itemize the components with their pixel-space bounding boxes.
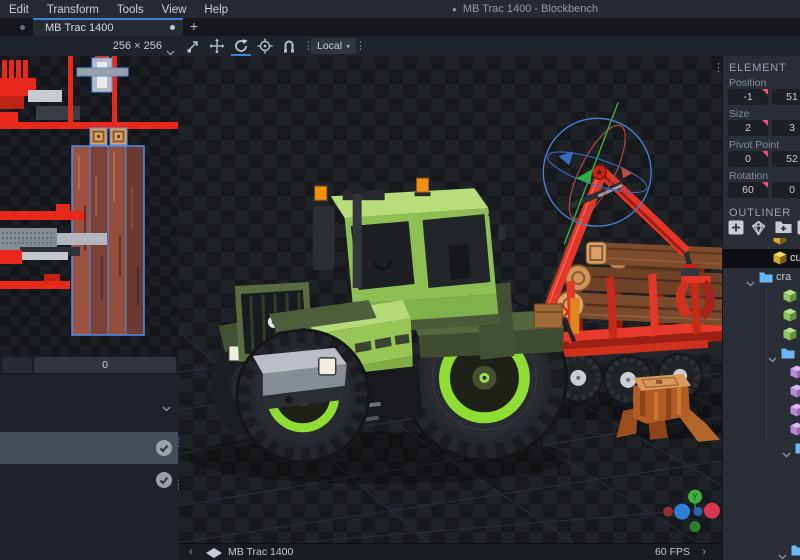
viewport-model-name: MB Trac 1400 <box>228 546 294 558</box>
caret-down-icon: ▾ <box>346 42 351 51</box>
outliner-cube-row[interactable] <box>723 325 800 344</box>
chevron-down-icon[interactable] <box>778 547 787 560</box>
outliner-group-row[interactable] <box>723 439 800 458</box>
tractor-model <box>234 174 580 464</box>
outliner-cube-row[interactable] <box>723 306 800 325</box>
uv-slider-handle[interactable] <box>2 357 32 373</box>
texture-enabled-check-icon[interactable] <box>155 471 173 494</box>
uv-texture-panel: 0 ⋮ ⋮ <box>0 56 184 560</box>
outliner-cube-row[interactable]: cub <box>723 249 800 268</box>
uv-editor-canvas[interactable] <box>0 56 178 355</box>
nav-z-positive[interactable] <box>674 503 691 520</box>
blockbench-window: Edit Transform Tools View Help ● MB Trac 1400… <box>0 0 800 560</box>
texture-list-row[interactable] <box>0 464 178 496</box>
project-tab-label: MB Trac 1400 <box>45 22 114 34</box>
menubar: Edit Transform Tools View Help ● MB Trac 1400… <box>0 0 800 18</box>
uv-slider-value[interactable]: 0 <box>34 357 176 373</box>
menu-edit[interactable]: Edit <box>0 1 38 19</box>
nav-y-negative[interactable] <box>689 521 701 533</box>
toolbar-separator-dots: ⋮ <box>355 39 366 52</box>
textures-panel <box>0 375 178 560</box>
outliner-item-label: cub <box>790 252 800 264</box>
uv-slider-row: 0 <box>0 355 178 375</box>
viewport-status-bar: ‹ MB Trac 1400 60 FPS › <box>179 543 722 560</box>
outliner-indent-guide <box>766 288 767 440</box>
nav-x-negative[interactable] <box>663 506 674 517</box>
chevron-down-icon[interactable] <box>162 399 171 417</box>
outliner-tree: cub cra <box>723 56 800 560</box>
menubar-items: Edit Transform Tools View Help <box>0 0 237 17</box>
move-tool[interactable] <box>205 36 229 56</box>
folder-icon <box>795 441 800 459</box>
tab-bar-dot <box>20 25 25 30</box>
fps-counter: 60 FPS <box>654 546 690 558</box>
texture-pixel-art <box>0 56 178 336</box>
chevron-left-icon[interactable]: ‹ <box>189 544 193 560</box>
nav-y-label: Y <box>692 493 698 502</box>
transform-tools <box>181 36 301 56</box>
nav-x-positive[interactable] <box>704 502 721 519</box>
chevron-right-icon[interactable]: › <box>702 544 706 560</box>
uv-face-log-end[interactable] <box>89 127 108 146</box>
folder-icon <box>791 543 800 560</box>
uv-face-log-end[interactable] <box>109 127 128 146</box>
tab-bar: MB Trac 1400 + <box>0 18 800 36</box>
outliner-cube-row[interactable] <box>723 363 800 382</box>
rotate-tool[interactable] <box>229 36 253 56</box>
outliner-cube-row[interactable] <box>723 238 800 249</box>
unsaved-dot: ● <box>452 5 457 14</box>
chevron-down-icon[interactable] <box>782 445 791 463</box>
scene-render: Y <box>179 102 722 543</box>
menu-transform[interactable]: Transform <box>38 1 108 19</box>
texture-resolution[interactable]: 256 × 256 <box>0 36 162 56</box>
outliner-cube-row[interactable] <box>723 420 800 439</box>
project-tab[interactable]: MB Trac 1400 <box>33 18 183 36</box>
folder-icon <box>781 346 795 364</box>
right-sidebar: ELEMENT Position -1 51 Size 2 3 Pivot Point 0 52… <box>722 56 800 560</box>
outliner-group-row[interactable]: cra <box>723 268 800 287</box>
texture-list-row[interactable] <box>0 432 178 464</box>
cube-icon <box>773 238 787 249</box>
scale-tool[interactable] <box>181 36 205 56</box>
outliner-group-row[interactable] <box>723 344 800 363</box>
menu-help[interactable]: Help <box>195 1 237 19</box>
outliner-item-label: cra <box>776 271 792 283</box>
tab-unsaved-dot <box>170 25 175 30</box>
outliner-group-row[interactable] <box>723 541 800 560</box>
viewport-3d-canvas[interactable]: Y <box>179 56 722 543</box>
transform-space-dropdown[interactable]: Local ▾ <box>311 38 357 54</box>
sidebar-drag-handle[interactable]: ⋮ <box>713 58 724 78</box>
outliner-cube-row[interactable] <box>723 287 800 306</box>
outliner-cube-row[interactable] <box>723 382 800 401</box>
outliner-cube-row[interactable] <box>723 401 800 420</box>
model-marker-icon <box>206 548 222 558</box>
menu-view[interactable]: View <box>153 1 196 19</box>
new-tab-button[interactable]: + <box>186 18 202 36</box>
pivot-tool[interactable] <box>253 36 277 56</box>
chevron-down-icon[interactable] <box>166 43 175 61</box>
vertex-snap-tool[interactable] <box>277 36 301 56</box>
window-title: ● MB Trac 1400 - Blockbench <box>452 3 598 15</box>
viewport-toolbar: 256 × 256 ⋮ Local ▾ ⋮ <box>0 36 800 56</box>
texture-enabled-check-icon[interactable] <box>155 439 173 462</box>
nav-z-negative[interactable] <box>693 507 703 517</box>
menu-tools[interactable]: Tools <box>108 1 153 19</box>
folder-icon <box>759 270 773 288</box>
